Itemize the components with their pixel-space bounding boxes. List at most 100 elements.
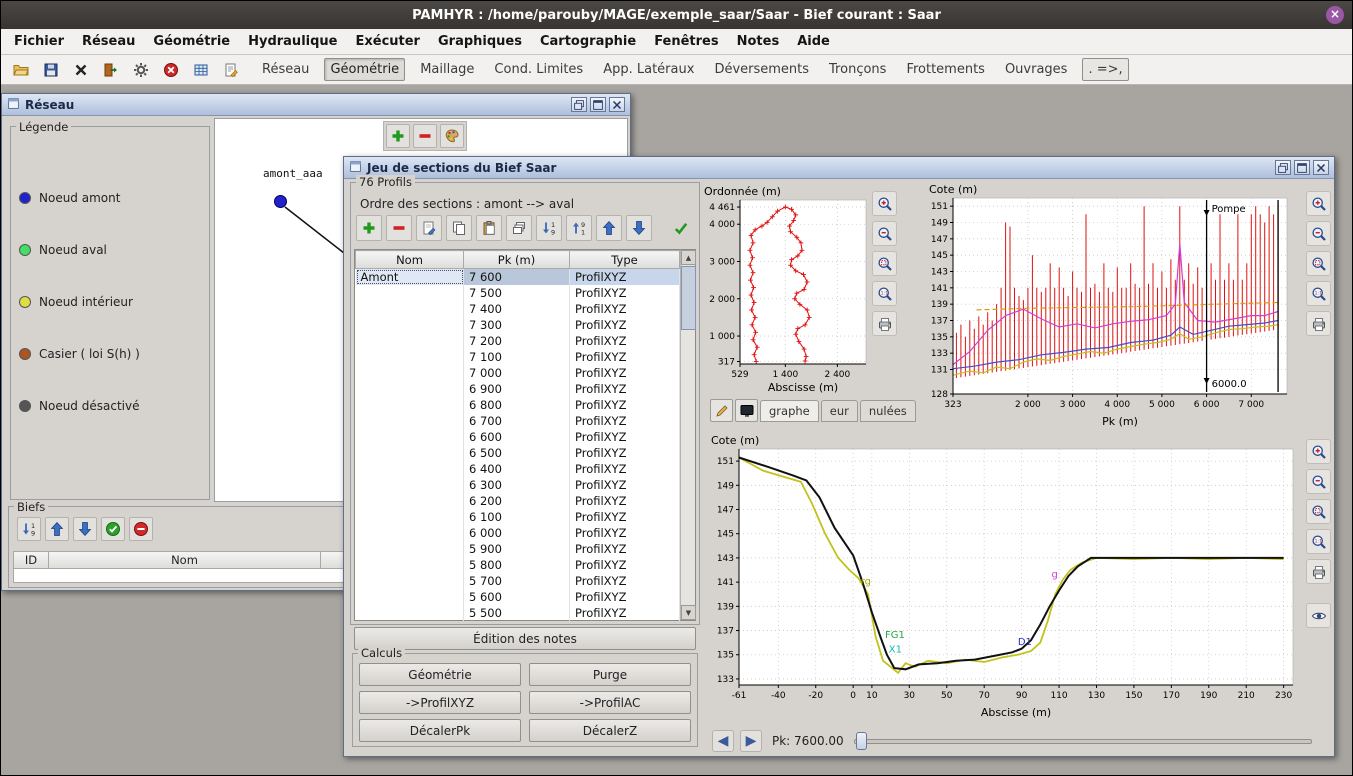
tab-nulees[interactable]: nulées	[860, 400, 916, 422]
calc-button-decalerz[interactable]: DécalerZ	[529, 719, 691, 742]
table-cell[interactable]	[356, 605, 464, 621]
app-titlebar[interactable]: PAMHYR : /home/parouby/MAGE/exemple_saar…	[1, 1, 1352, 29]
check-circle-button[interactable]	[101, 517, 125, 541]
sections-window-titlebar[interactable]: Jeu de sections du Bief Saar	[344, 157, 1334, 179]
table-row[interactable]: 6 300ProfilXYZ	[356, 477, 680, 493]
table-row[interactable]: 6 700ProfilXYZ	[356, 413, 680, 429]
zoom-one-button[interactable]: 1:1	[1306, 281, 1331, 306]
table-cell[interactable]: 7 200	[464, 333, 570, 349]
longitudinal-chart[interactable]: Pompe6000.03232 0003 0004 0005 0006 0007…	[927, 182, 1301, 428]
table-cell[interactable]	[356, 493, 464, 509]
toolbar-button-app-lateraux[interactable]: App. Latéraux	[598, 59, 699, 80]
zoom-area-button[interactable]	[1306, 251, 1331, 276]
gear-button[interactable]	[129, 58, 153, 82]
arrow-down-button[interactable]	[73, 517, 97, 541]
table-cell[interactable]: ProfilXYZ	[570, 461, 680, 477]
table-cell[interactable]: ProfilXYZ	[570, 493, 680, 509]
table-row[interactable]: 5 500ProfilXYZ	[356, 605, 680, 621]
table-cell[interactable]: 7 300	[464, 317, 570, 333]
add-button[interactable]	[356, 215, 382, 241]
table-row[interactable]: 6 600ProfilXYZ	[356, 429, 680, 445]
zoom-in-button[interactable]	[872, 191, 897, 216]
sort-desc-button[interactable]: 19	[536, 215, 562, 241]
toolbar-button-cond-limites[interactable]: Cond. Limites	[489, 59, 588, 80]
table-cell[interactable]: ProfilXYZ	[570, 557, 680, 573]
save-button[interactable]	[39, 58, 63, 82]
table-cell[interactable]: ProfilXYZ	[570, 573, 680, 589]
table-cell[interactable]: ProfilXYZ	[570, 413, 680, 429]
table-cell[interactable]: ProfilXYZ	[570, 429, 680, 445]
table-cell[interactable]: 6 400	[464, 461, 570, 477]
table-cell[interactable]: 6 100	[464, 509, 570, 525]
window-close-button[interactable]	[1313, 160, 1329, 175]
toolbar-button-maillage[interactable]: Maillage	[415, 59, 479, 80]
table-cell[interactable]	[356, 525, 464, 541]
arrow-up-button[interactable]	[596, 215, 622, 241]
window-restore-button[interactable]	[571, 97, 587, 112]
table-cell[interactable]: ProfilXYZ	[570, 397, 680, 413]
scroll-down-button[interactable]: ▼	[681, 605, 696, 620]
eye-button[interactable]	[1306, 603, 1331, 628]
toolbar-button-geometrie[interactable]: Géométrie	[324, 58, 405, 81]
next-profile-button[interactable]: ▶	[740, 730, 762, 752]
table-cell[interactable]: ProfilXYZ	[570, 301, 680, 317]
table-row[interactable]: 7 500ProfilXYZ	[356, 285, 680, 301]
reseau-window-titlebar[interactable]: Réseau	[2, 94, 630, 116]
table-cell[interactable]: ProfilXYZ	[570, 589, 680, 605]
toolbar-button-troncons[interactable]: Tronçons	[824, 59, 891, 80]
table-cell[interactable]	[356, 477, 464, 493]
calc-button-purge[interactable]: Purge	[529, 663, 691, 686]
add-button[interactable]	[386, 124, 410, 148]
print-button[interactable]	[1306, 311, 1331, 336]
palette-button[interactable]	[440, 124, 464, 148]
table-cell[interactable]: 6 700	[464, 413, 570, 429]
menu-geometrie[interactable]: Géométrie	[144, 32, 239, 51]
arrow-up-button[interactable]	[45, 517, 69, 541]
table-row[interactable]: 6 400ProfilXYZ	[356, 461, 680, 477]
zoom-one-button[interactable]: 1:1	[872, 281, 897, 306]
copy-button[interactable]	[446, 215, 472, 241]
table-cell[interactable]: ProfilXYZ	[570, 477, 680, 493]
toolbar-button-item[interactable]: . =>,	[1082, 58, 1128, 81]
table-row[interactable]: 7 100ProfilXYZ	[356, 349, 680, 365]
table-cell[interactable]: 7 100	[464, 349, 570, 365]
cross-section-chart[interactable]: rgFG1X1D1g-61-40-20010305070901101301501…	[709, 433, 1303, 719]
close-x-button[interactable]	[69, 58, 93, 82]
menu-notes[interactable]: Notes	[728, 32, 789, 51]
table-cell[interactable]: ProfilXYZ	[570, 285, 680, 301]
pk-slider-track[interactable]	[854, 739, 1312, 744]
confirm-button[interactable]	[668, 215, 694, 241]
minus-circle-button[interactable]	[129, 517, 153, 541]
table-cell[interactable]: 7 000	[464, 365, 570, 381]
menu-cartographie[interactable]: Cartographie	[531, 32, 645, 51]
export-button[interactable]	[99, 58, 123, 82]
table-cell[interactable]: ProfilXYZ	[570, 605, 680, 621]
calc-button-geometrie[interactable]: Géométrie	[359, 663, 521, 686]
table-row[interactable]: 6 100ProfilXYZ	[356, 509, 680, 525]
table-cell[interactable]: ProfilXYZ	[570, 381, 680, 397]
sort-asc-button[interactable]: 91	[566, 215, 592, 241]
pencil-button[interactable]	[710, 399, 733, 422]
toolbar-button-ouvrages[interactable]: Ouvrages	[1000, 59, 1073, 80]
table-row[interactable]: 7 400ProfilXYZ	[356, 301, 680, 317]
table-cell[interactable]: 6 600	[464, 429, 570, 445]
table-cell[interactable]	[356, 397, 464, 413]
table-cell[interactable]: 6 500	[464, 445, 570, 461]
toolbar-button-deversements[interactable]: Déversements	[709, 59, 814, 80]
app-close-button[interactable]: ×	[1326, 6, 1344, 24]
scroll-up-button[interactable]: ▲	[681, 250, 696, 265]
table-cell[interactable]	[356, 333, 464, 349]
table-row[interactable]: 7 300ProfilXYZ	[356, 317, 680, 333]
table-cell[interactable]	[356, 365, 464, 381]
edit-page-button[interactable]	[416, 215, 442, 241]
table-cell[interactable]	[356, 317, 464, 333]
table-row[interactable]: 7 200ProfilXYZ	[356, 333, 680, 349]
table-cell[interactable]	[356, 509, 464, 525]
table-cell[interactable]	[356, 541, 464, 557]
table-cell[interactable]: ProfilXYZ	[570, 541, 680, 557]
table-cell[interactable]	[356, 589, 464, 605]
table-row[interactable]: Amont7 600ProfilXYZ	[356, 269, 680, 285]
table-cell[interactable]	[356, 285, 464, 301]
table-cell[interactable]: ProfilXYZ	[570, 365, 680, 381]
calc-button-profilac[interactable]: ->ProfilAC	[529, 691, 691, 714]
